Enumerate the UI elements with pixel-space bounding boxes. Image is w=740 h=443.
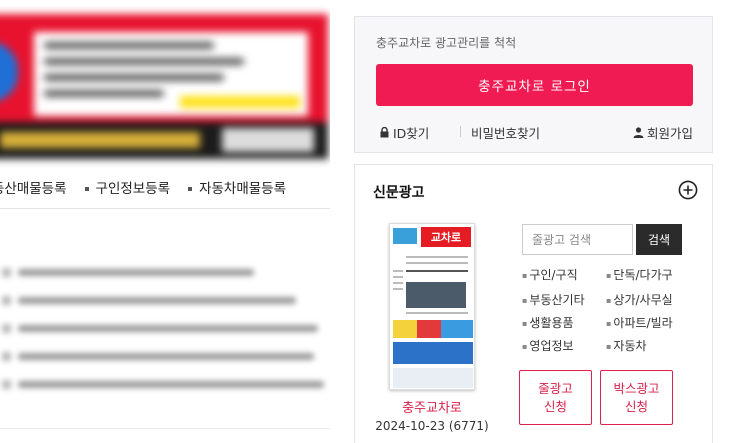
plus-circle-icon[interactable]	[678, 180, 698, 200]
category-link[interactable]: 생활용품	[522, 314, 573, 331]
nav-car-register-label: 자동차매물등록	[199, 181, 287, 197]
register-nav: 동산매물등록 구인정보등록 자동차매물등록	[0, 173, 330, 201]
list-item[interactable]	[0, 258, 330, 286]
signup-link[interactable]: 회원가입	[633, 123, 693, 142]
nav-car-register[interactable]: 자동차매물등록	[188, 177, 286, 197]
blurred-news-list	[0, 258, 330, 398]
category-link[interactable]: 구인/구직	[522, 266, 577, 283]
signup-label: 회원가입	[646, 126, 693, 141]
paper-photo	[406, 282, 466, 308]
paper-ad-block	[393, 320, 473, 338]
list-item[interactable]	[0, 286, 330, 314]
nav-job-register-label: 구인정보등록	[95, 181, 171, 197]
paper-mini-ad	[393, 228, 417, 244]
box-ad-apply-line1: 박스광고	[613, 380, 660, 396]
find-id-label: ID찾기	[393, 126, 430, 141]
paper-logo: 교차로	[421, 227, 471, 247]
paper-name-link[interactable]: 충주교차로	[375, 397, 489, 416]
list-item[interactable]	[0, 370, 330, 398]
category-link[interactable]: 자동차	[606, 337, 646, 354]
list-item[interactable]	[0, 342, 330, 370]
left-column: 동산매물등록 구인정보등록 자동차매물등록	[0, 0, 330, 443]
line-ad-apply-line1: 줄광고	[538, 380, 573, 396]
bullet-icon	[188, 187, 193, 191]
account-links: ID찾기 비밀번호찾기 회원가입	[376, 123, 693, 142]
link-separator	[460, 126, 461, 137]
line-ad-search-input[interactable]	[522, 224, 633, 255]
bullet-icon	[84, 187, 89, 191]
paper-ad-block	[393, 342, 473, 364]
line-ad-apply-line2: 신청	[543, 398, 567, 414]
login-hint: 충주교차로 광고관리를 척척	[376, 36, 517, 50]
category-link[interactable]: 영업정보	[522, 337, 573, 354]
category-link[interactable]: 상가/사무실	[606, 291, 672, 308]
newspaper-ad-box: 신문광고 교차로 충주교차로 2024-10-23 (6771) 검색 구인/구…	[354, 164, 713, 443]
blurred-banner-ad[interactable]	[0, 14, 328, 159]
find-password-link[interactable]: 비밀번호찾기	[471, 123, 540, 142]
line-ad-apply-button[interactable]: 줄광고 신청	[519, 370, 592, 425]
find-id-link[interactable]: ID찾기	[380, 123, 429, 142]
paper-issue-date: 2024-10-23 (6771)	[375, 419, 489, 433]
section-title: 신문광고	[373, 185, 425, 201]
box-ad-apply-button[interactable]: 박스광고 신청	[600, 370, 673, 425]
banner-emblem	[0, 42, 18, 102]
search-button[interactable]: 검색	[636, 224, 682, 255]
newspaper-thumbnail[interactable]: 교차로	[389, 223, 475, 390]
lock-icon	[380, 127, 389, 138]
login-button[interactable]: 충주교차로 로그인	[376, 64, 693, 106]
box-ad-apply-line2: 신청	[624, 398, 648, 414]
category-link[interactable]: 아파트/빌라	[606, 314, 672, 331]
user-icon	[633, 127, 644, 138]
category-link[interactable]: 부동산기타	[522, 291, 584, 308]
list-item[interactable]	[0, 314, 330, 342]
paper-ad-block	[393, 368, 473, 388]
banner-phone-strip	[0, 122, 328, 159]
nav-job-register[interactable]: 구인정보등록	[84, 177, 171, 197]
divider	[0, 208, 330, 209]
category-link[interactable]: 단독/다가구	[606, 266, 672, 283]
divider	[0, 428, 330, 429]
login-box: 충주교차로 광고관리를 척척 충주교차로 로그인 ID찾기 비밀번호찾기 회원가…	[354, 16, 713, 153]
nav-realestate-register[interactable]: 동산매물등록	[0, 177, 67, 197]
banner-text-panel	[34, 32, 308, 116]
